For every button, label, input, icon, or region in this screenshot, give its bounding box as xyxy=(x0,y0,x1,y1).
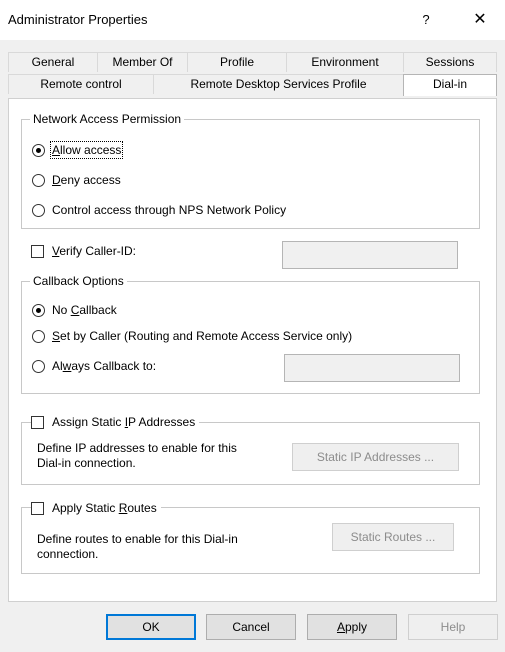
apply-button[interactable]: Apply xyxy=(307,614,397,640)
dial-in-panel: Network Access Permission Allow access D… xyxy=(8,98,497,602)
help-button[interactable]: Help xyxy=(408,614,498,640)
always-callback-input[interactable] xyxy=(284,354,460,382)
apply-access-key: A xyxy=(336,620,345,634)
always-callback-label: Always Callback to: xyxy=(52,359,157,373)
always-callback-radio[interactable]: Always Callback to: xyxy=(32,359,156,373)
deny-access-radio[interactable]: Deny access xyxy=(32,173,121,187)
verify-caller-id-label: Verify Caller-ID: xyxy=(52,244,137,258)
nps-policy-radio[interactable]: Control access through NPS Network Polic… xyxy=(32,203,286,217)
callback-options-legend: Callback Options xyxy=(30,274,127,288)
set-by-caller-label: Set by Caller (Routing and Remote Access… xyxy=(52,329,353,343)
tab-profile[interactable]: Profile xyxy=(187,52,287,72)
static-routes-checkbox[interactable]: Apply Static Routes xyxy=(31,501,161,515)
static-routes-description: Define routes to enable for this Dial-in… xyxy=(37,532,238,562)
static-ip-check-indicator[interactable] xyxy=(31,415,44,429)
tab-dial-in[interactable]: Dial-in xyxy=(403,74,497,96)
verify-caller-id-check-indicator[interactable] xyxy=(31,244,44,258)
always-callback-radio-indicator[interactable] xyxy=(32,359,45,373)
static-ip-description-line-2: Dial-in connection. xyxy=(37,456,136,470)
no-callback-label: No Callback xyxy=(52,303,117,317)
apply-label: pply xyxy=(345,620,368,634)
close-button[interactable]: ✕ xyxy=(466,9,494,31)
cancel-button[interactable]: Cancel xyxy=(206,614,296,640)
no-callback-radio[interactable]: No Callback xyxy=(32,303,117,317)
allow-access-label: Allow access xyxy=(49,141,124,159)
verify-caller-id-input[interactable] xyxy=(282,241,458,269)
nps-policy-label: Control access through NPS Network Polic… xyxy=(52,203,287,217)
title-bar[interactable]: Administrator Properties ? ✕ xyxy=(0,0,505,40)
tab-sessions[interactable]: Sessions xyxy=(403,52,497,72)
window-title: Administrator Properties xyxy=(8,12,148,27)
tab-remote-desktop-services-profile[interactable]: Remote Desktop Services Profile xyxy=(153,74,404,94)
static-routes-label: Apply Static Routes xyxy=(52,501,157,515)
allow-access-radio[interactable]: Allow access xyxy=(32,141,124,159)
help-title-button[interactable]: ? xyxy=(414,9,438,31)
static-routes-description-line-2: connection. xyxy=(37,547,99,561)
network-access-legend: Network Access Permission xyxy=(30,112,185,126)
verify-caller-id-checkbox[interactable]: Verify Caller-ID: xyxy=(31,244,136,258)
deny-access-label: Deny access xyxy=(52,173,121,187)
tab-environment[interactable]: Environment xyxy=(286,52,404,72)
set-by-caller-radio-indicator[interactable] xyxy=(32,329,45,343)
set-by-caller-radio[interactable]: Set by Caller (Routing and Remote Access… xyxy=(32,329,352,343)
static-ip-description-line-1: Define IP addresses to enable for this xyxy=(37,441,237,455)
tab-member-of[interactable]: Member Of xyxy=(97,52,188,72)
static-ip-description: Define IP addresses to enable for this D… xyxy=(37,441,237,471)
ok-button[interactable]: OK xyxy=(106,614,196,640)
tab-remote-control[interactable]: Remote control xyxy=(8,74,154,94)
no-callback-radio-indicator[interactable] xyxy=(32,303,45,317)
static-routes-check-indicator[interactable] xyxy=(31,501,44,515)
allow-access-radio-indicator[interactable] xyxy=(32,143,45,157)
static-ip-checkbox[interactable]: Assign Static IP Addresses xyxy=(31,415,200,429)
deny-access-radio-indicator[interactable] xyxy=(32,173,45,187)
static-ip-label: Assign Static IP Addresses xyxy=(52,415,196,429)
static-ip-addresses-button[interactable]: Static IP Addresses ... xyxy=(292,443,459,471)
static-routes-button[interactable]: Static Routes ... xyxy=(332,523,454,551)
static-routes-description-line-1: Define routes to enable for this Dial-in xyxy=(37,532,238,546)
nps-policy-radio-indicator[interactable] xyxy=(32,203,45,217)
tab-general[interactable]: General xyxy=(8,52,98,72)
